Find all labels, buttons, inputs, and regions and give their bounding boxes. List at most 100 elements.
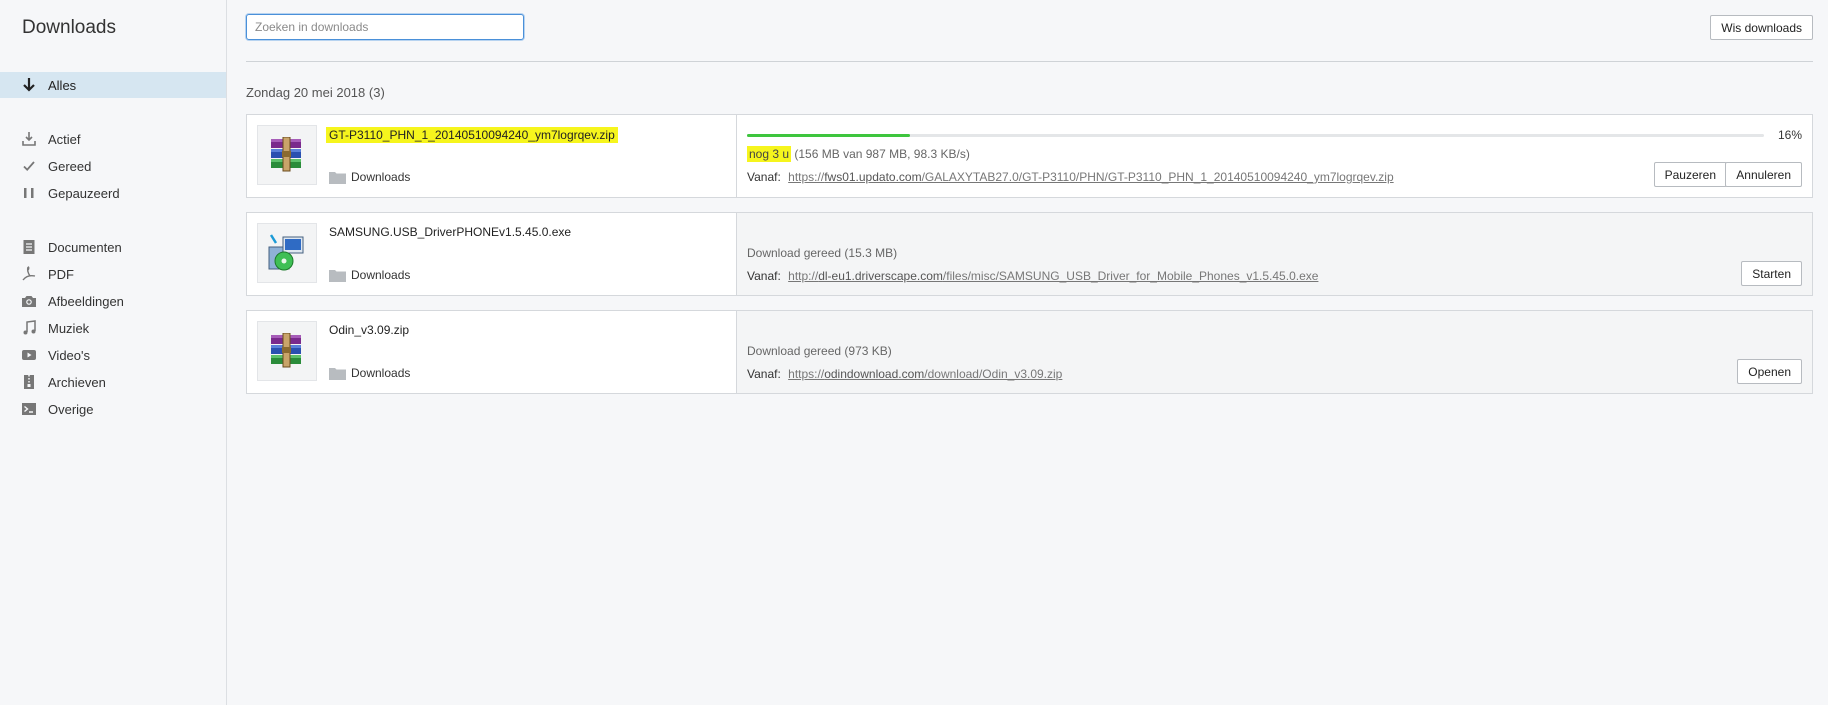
download-size: (15.3 MB)	[844, 246, 898, 260]
url-scheme: https://	[788, 170, 825, 184]
download-item: Odin_v3.09.zip Downloads Download gereed…	[246, 310, 1813, 394]
download-source: Vanaf: https://fws01.updato.com/GALAXYTA…	[747, 170, 1394, 184]
folder-icon	[329, 269, 346, 282]
music-note-icon	[21, 320, 37, 336]
sidebar-item-gereed[interactable]: Gereed	[0, 153, 226, 179]
date-group-date: Zondag 20 mei 2018	[246, 85, 366, 100]
divider	[246, 61, 1813, 62]
download-status: nog 3 u (156 MB van 987 MB, 98.3 KB/s)	[747, 146, 970, 162]
installer-icon[interactable]	[257, 223, 317, 283]
url-host: odindownload.com	[824, 367, 925, 381]
download-status-panel: Download gereed (15.3 MB) Vanaf: http://…	[737, 213, 1812, 295]
source-url-link[interactable]: http://dl-eu1.driverscape.com/files/misc…	[788, 269, 1318, 283]
arrow-down-icon	[21, 77, 37, 93]
sidebar-item-label: Gereed	[48, 158, 92, 174]
archive-icon	[21, 374, 37, 390]
download-folder[interactable]: Downloads	[329, 170, 410, 184]
sidebar-item-label: PDF	[48, 266, 74, 282]
clear-downloads-button[interactable]: Wis downloads	[1710, 15, 1813, 40]
download-item: GT-P3110_PHN_1_20140510094240_ym7logrqev…	[246, 114, 1813, 198]
date-group-heading: Zondag 20 mei 2018 (3)	[246, 85, 385, 100]
progress-percent: 16%	[1777, 128, 1802, 142]
download-status: Download gereed (973 KB)	[747, 344, 892, 358]
download-item: SAMSUNG.USB_DriverPHONEv1.5.45.0.exe Dow…	[246, 212, 1813, 296]
download-status: Download gereed (15.3 MB)	[747, 246, 897, 260]
download-filename[interactable]: GT-P3110_PHN_1_20140510094240_ym7logrqev…	[326, 127, 618, 143]
url-host: dl-eu1.driverscape.com	[818, 269, 943, 283]
url-host: fws01.updato.com	[824, 170, 922, 184]
sidebar-item-actief[interactable]: Actief	[0, 126, 226, 152]
download-filename[interactable]: Odin_v3.09.zip	[329, 323, 409, 337]
date-group-count: (3)	[368, 85, 385, 100]
sidebar-item-archieven[interactable]: Archieven	[0, 369, 226, 395]
video-icon	[21, 347, 37, 363]
open-button[interactable]: Openen	[1737, 359, 1802, 384]
sidebar-item-pdf[interactable]: PDF	[0, 261, 226, 287]
sidebar-item-label: Video's	[48, 347, 90, 363]
checkmark-icon	[21, 158, 37, 174]
sidebar-item-label: Archieven	[48, 374, 106, 390]
download-filename[interactable]: SAMSUNG.USB_DriverPHONEv1.5.45.0.exe	[329, 225, 571, 239]
download-status-text: Download gereed	[747, 344, 842, 358]
sidebar-item-label: Documenten	[48, 239, 122, 255]
download-source: Vanaf: https://odindownload.com/download…	[747, 367, 1062, 381]
sidebar-item-label: Actief	[48, 131, 81, 147]
download-folder-label: Downloads	[351, 366, 411, 380]
winrar-archive-icon[interactable]	[257, 321, 317, 381]
download-file-panel: SAMSUNG.USB_DriverPHONEv1.5.45.0.exe Dow…	[247, 213, 737, 295]
download-folder-label: Downloads	[351, 268, 411, 282]
sidebar-item-muziek[interactable]: Muziek	[0, 315, 226, 341]
main-content: Wis downloads Zondag 20 mei 2018 (3) GT-…	[227, 0, 1828, 705]
download-size: (973 KB)	[844, 344, 892, 358]
url-path: /files/misc/SAMSUNG_USB_Driver_for_Mobil…	[942, 269, 1319, 283]
sidebar-title: Downloads	[22, 17, 116, 38]
folder-icon	[329, 367, 346, 380]
sidebar-item-overige[interactable]: Overige	[0, 396, 226, 422]
sidebar-item-afbeeldingen[interactable]: Afbeeldingen	[0, 288, 226, 314]
sidebar-item-alles[interactable]: Alles	[0, 72, 226, 98]
start-button[interactable]: Starten	[1741, 261, 1802, 286]
pause-button[interactable]: Pauzeren	[1653, 162, 1727, 187]
download-folder[interactable]: Downloads	[329, 366, 410, 380]
download-file-panel: Odin_v3.09.zip Downloads	[247, 311, 737, 393]
source-url-link[interactable]: https://odindownload.com/download/Odin_v…	[788, 367, 1062, 381]
sidebar-item-documenten[interactable]: Documenten	[0, 234, 226, 260]
folder-icon	[329, 171, 346, 184]
progress-bar	[747, 134, 1764, 137]
sidebar-item-label: Alles	[48, 77, 77, 93]
url-scheme: https://	[788, 367, 825, 381]
url-path: /GALAXYTAB27.0/GT-P3110/PHN/GT-P3110_PHN…	[921, 170, 1394, 184]
progress-bar-fill	[747, 134, 910, 137]
time-remaining: nog 3 u	[747, 146, 792, 162]
sidebar-item-videos[interactable]: Video's	[0, 342, 226, 368]
download-status-panel: 16% nog 3 u (156 MB van 987 MB, 98.3 KB/…	[737, 115, 1812, 197]
camera-icon	[21, 293, 37, 309]
download-tray-icon	[21, 131, 37, 147]
source-label: Vanaf:	[747, 269, 781, 283]
source-label: Vanaf:	[747, 170, 781, 184]
download-status-panel: Download gereed (973 KB) Vanaf: https://…	[737, 311, 1812, 393]
download-folder[interactable]: Downloads	[329, 268, 410, 282]
terminal-icon	[21, 401, 37, 417]
download-file-panel: GT-P3110_PHN_1_20140510094240_ym7logrqev…	[247, 115, 737, 197]
download-folder-label: Downloads	[351, 170, 411, 184]
document-icon	[21, 239, 37, 255]
download-status-detail: (156 MB van 987 MB, 98.3 KB/s)	[794, 147, 970, 161]
sidebar-item-label: Muziek	[48, 320, 90, 336]
cancel-button[interactable]: Annuleren	[1725, 162, 1802, 187]
sidebar-item-label: Afbeeldingen	[48, 293, 124, 309]
sidebar-item-gepauzeerd[interactable]: Gepauzeerd	[0, 180, 226, 206]
pdf-icon	[21, 266, 37, 282]
search-input[interactable]	[246, 14, 524, 40]
download-source: Vanaf: http://dl-eu1.driverscape.com/fil…	[747, 269, 1318, 283]
download-status-text: Download gereed	[747, 246, 842, 260]
sidebar: Downloads Alles Actief Gereed Gepauzeerd…	[0, 0, 227, 705]
url-path: /download/Odin_v3.09.zip	[924, 367, 1063, 381]
winrar-archive-icon[interactable]	[257, 125, 317, 185]
source-label: Vanaf:	[747, 367, 781, 381]
sidebar-item-label: Gepauzeerd	[48, 185, 120, 201]
url-scheme: http://	[788, 269, 819, 283]
pause-icon	[21, 185, 37, 201]
sidebar-item-label: Overige	[48, 401, 94, 417]
source-url-link[interactable]: https://fws01.updato.com/GALAXYTAB27.0/G…	[788, 170, 1393, 184]
